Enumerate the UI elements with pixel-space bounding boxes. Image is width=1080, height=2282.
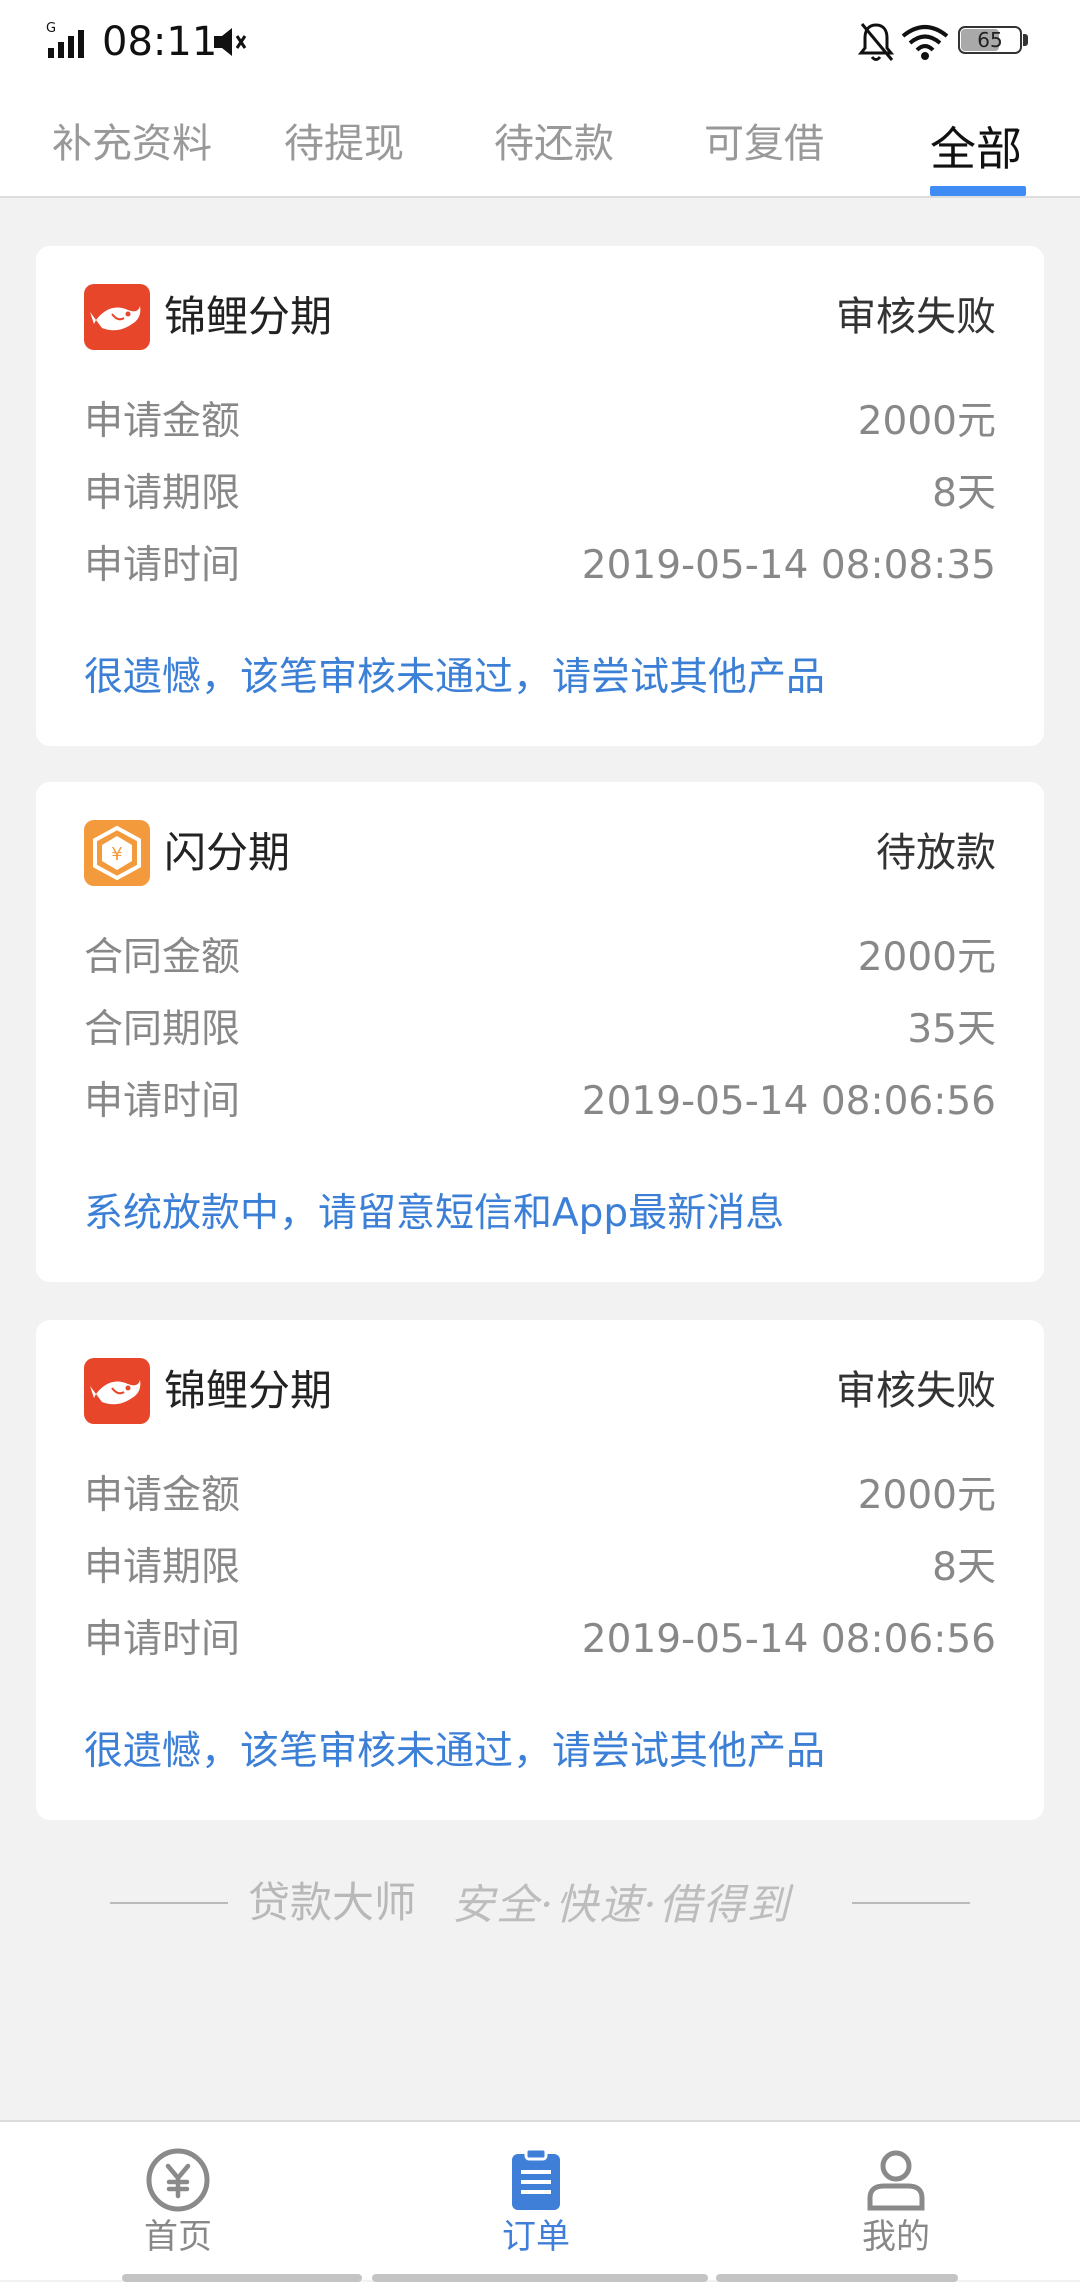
order-card[interactable]: 锦鲤分期 审核失败 申请金额 2000元 申请期限 8天 申请时间 2019-0…: [36, 1320, 1044, 1820]
battery-indicator: 65: [958, 26, 1032, 58]
order-status: 待放款: [876, 830, 996, 876]
term-value: 8天: [932, 1545, 996, 1590]
slogan-divider-right: [852, 1902, 970, 1904]
tab-pending-withdraw[interactable]: 待提现: [244, 104, 444, 198]
bottom-nav: 首页 订单 我的: [0, 2120, 1080, 2282]
nav-home-label: 首页: [144, 2217, 212, 2257]
term-label: 申请期限: [84, 471, 241, 516]
home-indicator-segment: [122, 2274, 362, 2282]
home-indicator-segment: [716, 2274, 958, 2282]
amount-value: 2000元: [857, 935, 996, 980]
clipboard-list-icon: [512, 2147, 560, 2210]
battery-percent: 65: [977, 28, 1003, 52]
order-note: 系统放款中，请留意短信和App最新消息: [84, 1191, 785, 1236]
time-label: 申请时间: [84, 1617, 241, 1662]
footer-slogan: 贷款大师 安全·快速·借得到: [0, 1868, 1080, 1938]
slogan-brand: 贷款大师: [248, 1878, 417, 1927]
term-value: 8天: [932, 471, 996, 516]
product-name: 锦鲤分期: [164, 292, 333, 341]
slogan-tagline: 安全·快速·借得到: [452, 1880, 791, 1929]
product-name: 闪分期: [164, 828, 291, 877]
time-label: 申请时间: [84, 543, 241, 588]
order-note: 很遗憾，该笔审核未通过，请尝试其他产品: [84, 655, 826, 700]
bell-off-icon: [857, 23, 895, 61]
yuan-coin-icon: [146, 2148, 210, 2212]
time-value: 2019-05-14 08:06:56: [581, 1079, 996, 1124]
active-tab-underline: [930, 186, 1026, 196]
term-label: 合同期限: [84, 1007, 241, 1052]
order-status: 审核失败: [836, 1368, 996, 1414]
battery-nub: [1023, 34, 1028, 46]
tab-pending-repay[interactable]: 待还款: [454, 104, 654, 198]
status-bar: G 08:11 65: [0, 0, 1080, 88]
status-time: 08:11: [102, 19, 218, 65]
home-indicator-segment: [372, 2274, 708, 2282]
nav-orders-label: 订单: [502, 2217, 570, 2257]
nav-mine-label: 我的: [862, 2217, 930, 2257]
speaker-mute-icon: [214, 28, 247, 56]
order-tabs: 补充资料 待提现 待还款 可复借 全部: [0, 104, 1080, 198]
koi-fish-icon: [84, 284, 150, 350]
time-value: 2019-05-14 08:06:56: [581, 1617, 996, 1662]
amount-value: 2000元: [857, 1473, 996, 1518]
amount-label: 申请金额: [84, 399, 241, 444]
signal-icon: G: [46, 21, 84, 58]
order-card[interactable]: 锦鲤分期 审核失败 申请金额 2000元 申请期限 8天 申请时间 2019-0…: [36, 246, 1044, 746]
svg-text:¥: ¥: [111, 844, 122, 865]
order-status: 审核失败: [836, 294, 996, 340]
order-card[interactable]: ¥ 闪分期 待放款 合同金额 2000元 合同期限 35天 申请时间 2019-…: [36, 782, 1044, 1282]
top-area: G 08:11 65 补充资料 待提现 待还款 可复借 全部: [0, 0, 1080, 198]
time-value: 2019-05-14 08:08:35: [581, 543, 996, 588]
tab-all[interactable]: 全部: [876, 104, 1076, 198]
tab-supplement-info[interactable]: 补充资料: [32, 104, 232, 198]
wifi-icon: [901, 25, 949, 60]
nav-orders[interactable]: 订单: [436, 2122, 636, 2262]
order-note: 很遗憾，该笔审核未通过，请尝试其他产品: [84, 1729, 826, 1774]
slogan-divider-left: [110, 1902, 228, 1904]
yuan-flash-icon: ¥: [84, 820, 150, 886]
amount-value: 2000元: [857, 399, 996, 444]
product-name: 锦鲤分期: [164, 1366, 333, 1415]
time-label: 申请时间: [84, 1079, 241, 1124]
user-icon: [867, 2150, 925, 2211]
amount-label: 申请金额: [84, 1473, 241, 1518]
nav-mine[interactable]: 我的: [796, 2122, 996, 2262]
term-value: 35天: [907, 1007, 996, 1052]
term-label: 申请期限: [84, 1545, 241, 1590]
koi-fish-icon: [84, 1358, 150, 1424]
nav-home[interactable]: 首页: [78, 2122, 278, 2262]
tab-reborrow[interactable]: 可复借: [664, 104, 864, 198]
network-type: G: [46, 21, 56, 36]
amount-label: 合同金额: [84, 935, 241, 980]
